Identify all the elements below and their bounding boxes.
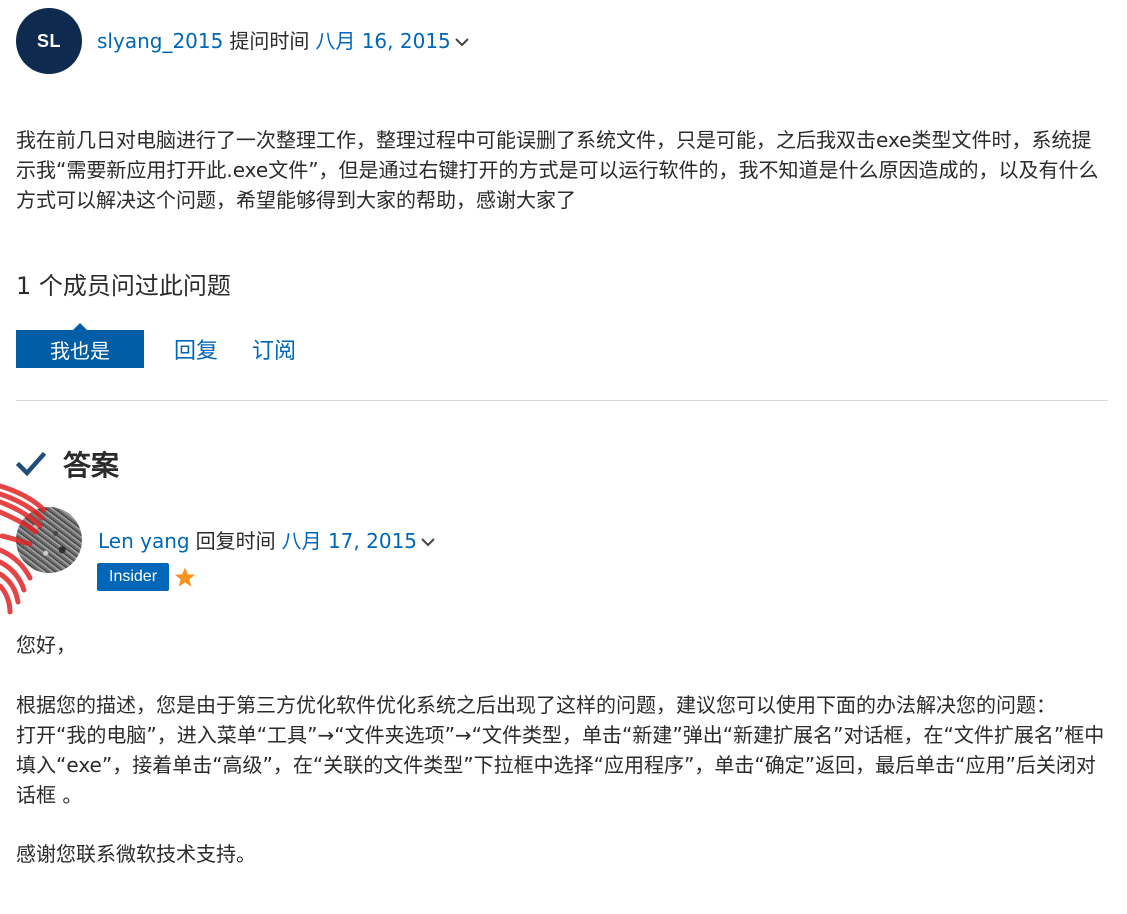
answer-title: 答案	[63, 449, 120, 482]
user-badges: Insider	[97, 563, 196, 591]
askers-count: 1 个成员问过此问题	[16, 272, 231, 300]
asked-label: 提问时间	[229, 29, 310, 53]
star-icon	[174, 567, 196, 587]
answer-paragraph: 打开“我的电脑”，进入菜单“工具”→“文件夹选项”→“文件类型，单击“新建”弹出…	[16, 723, 1105, 807]
insider-badge[interactable]: Insider	[97, 563, 170, 591]
question-header: SL slyang_2015 提问时间 八月 16, 2015	[16, 8, 470, 74]
answer-closing: 感谢您联系微软技术支持。	[16, 842, 256, 866]
me-too-button[interactable]: 我也是	[16, 323, 144, 368]
question-meta: slyang_2015 提问时间 八月 16, 2015	[97, 28, 470, 54]
chevron-down-icon[interactable]	[420, 534, 436, 550]
chevron-down-icon[interactable]	[454, 34, 470, 50]
subscribe-link[interactable]: 订阅	[252, 333, 296, 365]
question-actions: 我也是 回复 订阅	[16, 323, 296, 368]
reply-link[interactable]: 回复	[174, 333, 218, 365]
replied-date-link[interactable]: 八月 17, 2015	[282, 528, 417, 554]
red-scribble-mark	[0, 483, 47, 615]
checkmark-icon	[16, 451, 46, 477]
replied-label: 回复时间	[195, 529, 276, 553]
author-link[interactable]: Len yang	[98, 528, 190, 554]
answer-greeting: 您好，	[16, 633, 76, 657]
answer-paragraph: 根据您的描述，您是由于第三方优化软件优化系统之后出现了这样的问题，建议您可以使用…	[16, 693, 1056, 717]
avatar[interactable]: SL	[16, 8, 82, 74]
question-body: 我在前几日对电脑进行了一次整理工作，整理过程中可能误删了系统文件，只是可能，之后…	[16, 128, 1099, 212]
question-thread: SL slyang_2015 提问时间 八月 16, 2015 我在前几日对电脑…	[16, 0, 1108, 914]
author-link[interactable]: slyang_2015	[97, 28, 223, 54]
asked-date-link[interactable]: 八月 16, 2015	[315, 28, 450, 54]
answer-body: 您好， 根据您的描述，您是由于第三方优化软件优化系统之后出现了这样的问题，建议您…	[16, 630, 1108, 869]
divider	[16, 400, 1108, 401]
answer-meta: Len yang 回复时间 八月 17, 2015	[98, 528, 436, 554]
